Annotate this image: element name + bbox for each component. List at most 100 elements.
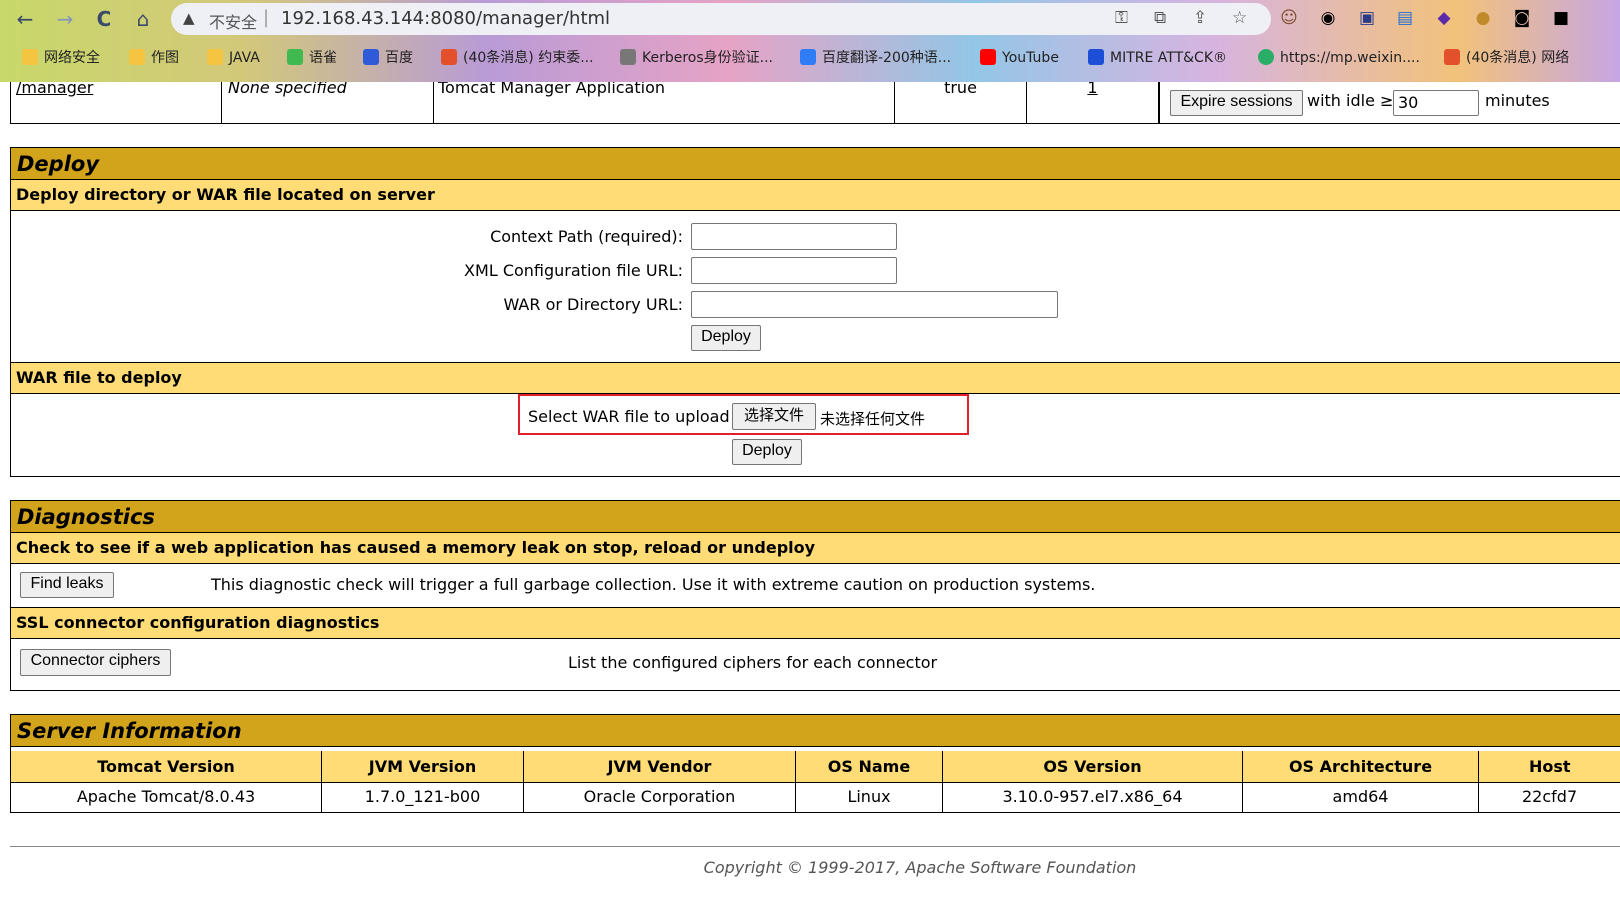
table-cell: true	[895, 82, 1027, 123]
applications-row-table: /manager None specified Tomcat Manager A…	[10, 82, 1620, 124]
key-icon[interactable]: ⚿	[1115, 8, 1128, 28]
footer-divider	[10, 846, 1620, 847]
copyright-text: Copyright © 1999-2017, Apache Software F…	[703, 858, 1137, 877]
back-button[interactable]: ←	[12, 6, 38, 32]
context-path-input[interactable]	[691, 223, 897, 250]
table-header: JVM Version	[322, 751, 524, 782]
deploy-server-button[interactable]: Deploy	[691, 325, 761, 351]
bookmark-item[interactable]: 语雀	[287, 44, 337, 72]
find-leaks-description: This diagnostic check will trigger a ful…	[211, 575, 1096, 594]
table-cell: Tomcat Manager Application	[434, 82, 895, 123]
csdn-icon	[1444, 49, 1460, 65]
extension-cube-icon[interactable]: ◆	[1432, 6, 1456, 30]
deploy-section: Deploy Deploy directory or WAR file loca…	[10, 147, 1620, 477]
commands-cell: Expire sessions with idle ≥ 30 minutes	[1159, 82, 1620, 123]
app-sessions-link[interactable]: 1	[1027, 82, 1158, 97]
bookmark-item[interactable]: https://mp.weixin....	[1258, 44, 1420, 72]
extension-cookie-icon[interactable]: ●	[1471, 6, 1495, 30]
app-path-link[interactable]: /manager	[16, 82, 93, 97]
extension-save-icon[interactable]: ▣	[1355, 6, 1379, 30]
idle-minutes-input[interactable]: 30	[1393, 90, 1479, 116]
youtube-icon	[980, 49, 996, 65]
share-icon[interactable]: ⇪	[1193, 8, 1207, 28]
reload-button[interactable]: C	[91, 6, 117, 32]
page-content: /manager None specified Tomcat Manager A…	[0, 82, 1620, 911]
table-cell: Linux	[796, 782, 943, 813]
folder-icon	[129, 49, 145, 65]
translate-icon[interactable]: ⧉	[1154, 8, 1166, 28]
server-info-table: Tomcat Version JVM Version JVM Vendor OS…	[11, 751, 1620, 813]
connector-ciphers-button[interactable]: Connector ciphers	[20, 649, 171, 676]
table-cell: Oracle Corporation	[524, 782, 796, 813]
find-leaks-row: Find leaks This diagnostic check will tr…	[11, 563, 1620, 608]
wechat-icon	[1258, 49, 1274, 65]
xml-config-label: XML Configuration file URL:	[464, 261, 683, 280]
ssl-diagnostics-heading: SSL connector configuration diagnostics	[11, 608, 1620, 639]
choose-file-button[interactable]: 选择文件	[732, 403, 816, 430]
server-info-section: Server Information Tomcat Version JVM Ve…	[10, 714, 1620, 813]
bookmark-item[interactable]: JAVA	[207, 44, 260, 72]
select-war-label: Select WAR file to upload	[528, 407, 730, 426]
xml-config-input[interactable]	[691, 257, 897, 284]
bookmark-item[interactable]: 网络安全	[22, 44, 100, 72]
bookmark-item[interactable]: YouTube	[980, 44, 1059, 72]
find-leaks-button[interactable]: Find leaks	[20, 572, 114, 598]
extension-box-icon[interactable]: ■	[1549, 6, 1573, 30]
war-dir-input[interactable]	[691, 291, 1058, 318]
bookmark-item[interactable]: (40条消息) 约束委...	[441, 44, 594, 72]
table-cell: 22cfd7	[1522, 787, 1578, 806]
expire-sessions-button[interactable]: Expire sessions	[1170, 90, 1303, 116]
minutes-label: minutes	[1485, 91, 1550, 110]
app-version: None specified	[228, 82, 347, 97]
table-header: JVM Vendor	[524, 751, 796, 782]
home-button[interactable]: ⌂	[130, 6, 156, 32]
table-header: Tomcat Version	[11, 751, 322, 782]
table-cell: Apache Tomcat/8.0.43	[11, 782, 322, 813]
table-cell: amd64	[1243, 782, 1479, 813]
url-text[interactable]: 192.168.43.144:8080/manager/html	[281, 8, 610, 29]
deploy-server-heading: Deploy directory or WAR file located on …	[11, 180, 1620, 211]
folder-icon	[207, 49, 223, 65]
connector-ciphers-row: Connector ciphers List the configured ci…	[11, 639, 1620, 690]
war-dir-label: WAR or Directory URL:	[503, 295, 683, 314]
browser-chrome: ← → C ⌂ ▲ 不安全 | 192.168.43.144:8080/mana…	[0, 0, 1620, 82]
extension-circle-icon[interactable]: ◉	[1316, 6, 1340, 30]
deploy-upload-button[interactable]: Deploy	[732, 439, 802, 465]
address-bar[interactable]: ▲ 不安全 | 192.168.43.144:8080/manager/html…	[171, 3, 1271, 35]
table-cell: None specified	[222, 82, 434, 123]
bookmark-item[interactable]: 作图	[129, 44, 179, 72]
extension-glasses-icon[interactable]: ◙	[1510, 6, 1534, 30]
table-cell: 1	[1027, 82, 1159, 123]
star-icon[interactable]: ☆	[1232, 8, 1247, 28]
folder-icon	[22, 49, 38, 65]
deploy-server-form: Context Path (required): XML Configurati…	[11, 210, 1620, 363]
bookmark-item[interactable]: 百度翻译-200种语...	[800, 44, 951, 72]
table-header: Host	[1479, 751, 1620, 782]
app-display-name: Tomcat Manager Application	[438, 82, 666, 97]
table-header: OS Name	[796, 751, 943, 782]
diagnostics-section: Diagnostics Check to see if a web applic…	[10, 500, 1620, 691]
no-file-chosen-label: 未选择任何文件	[820, 410, 926, 428]
table-header: OS Version	[943, 751, 1243, 782]
insecure-label: 不安全	[209, 13, 258, 32]
forward-button[interactable]: →	[52, 6, 78, 32]
bookmark-item[interactable]: MITRE ATT&CK®	[1088, 44, 1227, 72]
table-header: OS Architecture	[1243, 751, 1479, 782]
extension-doc-icon[interactable]: ▤	[1393, 6, 1417, 30]
table-cell: /manager	[11, 82, 222, 123]
table-cell: 1.7.0_121-b00	[322, 782, 524, 813]
bookmark-item[interactable]: (40条消息) 网络	[1444, 44, 1569, 72]
bookmark-item[interactable]: Kerberos身份验证...	[620, 44, 773, 72]
war-file-heading: WAR file to deploy	[11, 363, 1620, 394]
extension-face-icon[interactable]: ☺	[1277, 6, 1301, 30]
server-info-title: Server Information	[11, 715, 1620, 747]
translate-icon	[800, 49, 816, 65]
yuque-icon	[287, 49, 303, 65]
csdn-icon	[441, 49, 457, 65]
deploy-title: Deploy	[11, 148, 1620, 180]
warning-icon[interactable]: ▲	[183, 9, 195, 27]
war-upload-form: Select WAR file to upload 选择文件 未选择任何文件 D…	[11, 394, 1620, 476]
bookmark-item[interactable]: 百度	[363, 44, 413, 72]
table-cell: 3.10.0-957.el7.x86_64	[943, 782, 1243, 813]
diagnostics-title: Diagnostics	[11, 501, 1620, 533]
